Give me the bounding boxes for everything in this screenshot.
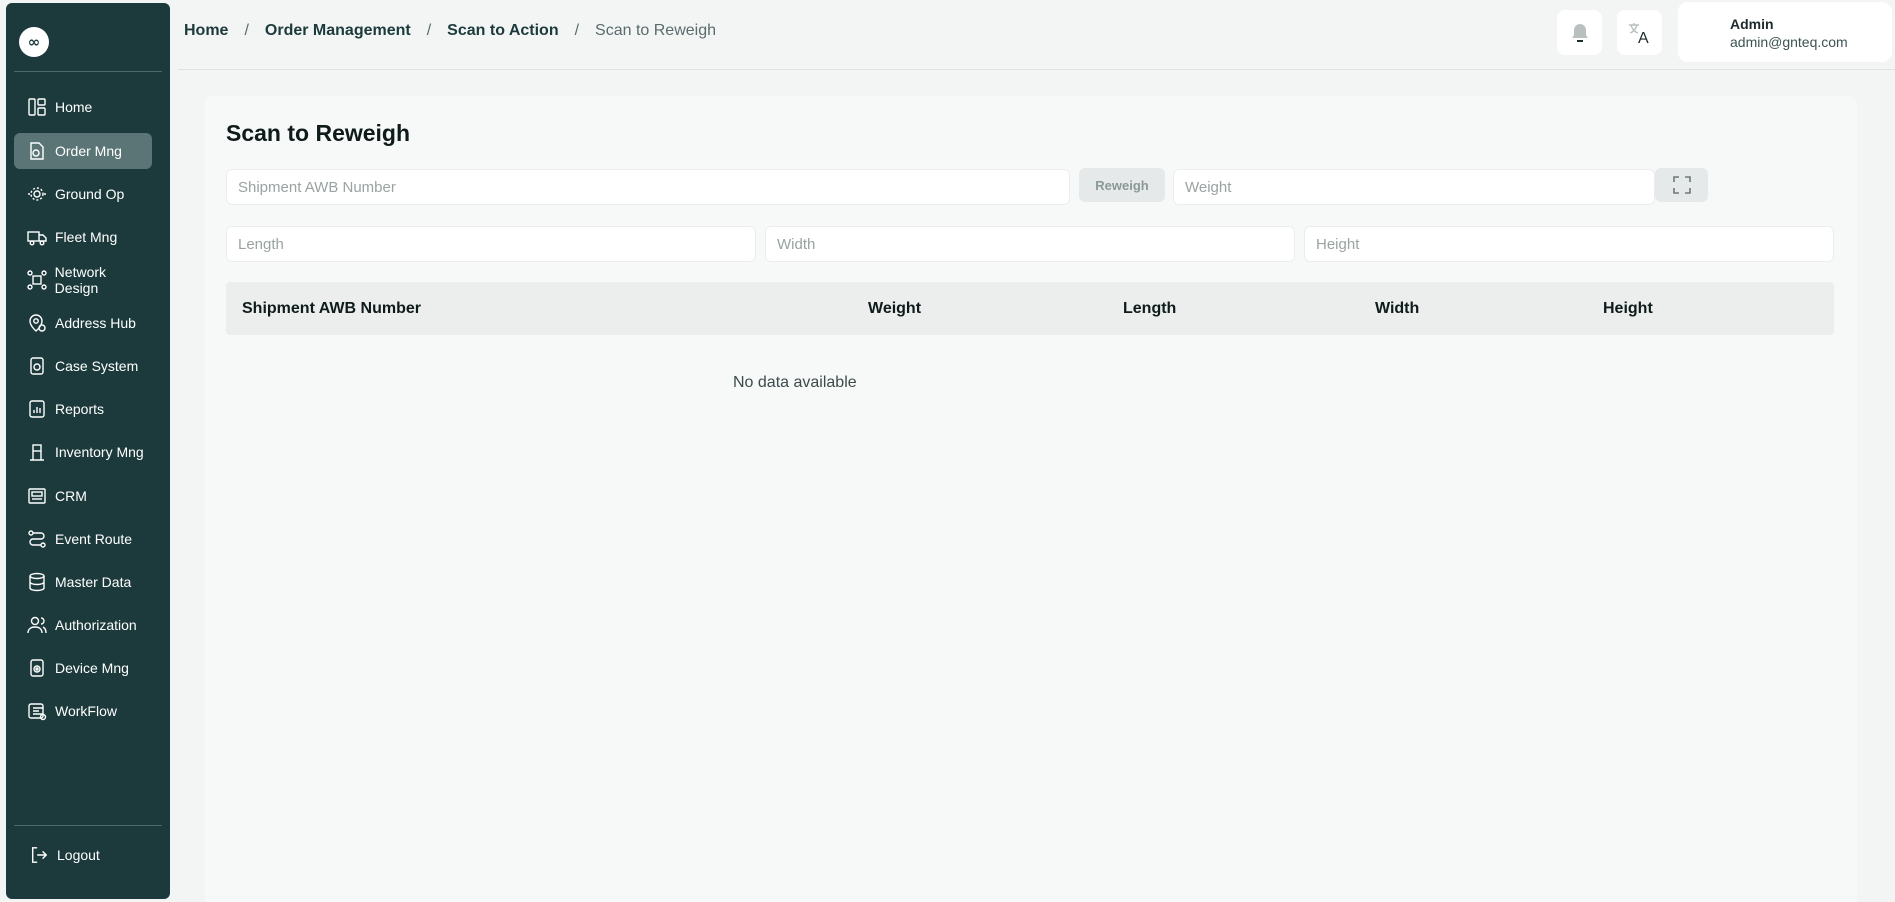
sidebar-item-authorization[interactable]: Authorization [14, 607, 152, 643]
translate-icon: A [1628, 22, 1649, 45]
sidebar-item-workflow[interactable]: WorkFlow [14, 693, 152, 729]
breadcrumb-home[interactable]: Home [184, 22, 228, 40]
table-header: Shipment AWB Number Weight Length Width … [226, 282, 1834, 335]
user-email: admin@gnteq.com [1730, 34, 1848, 50]
column-header-length[interactable]: Length [1123, 300, 1176, 318]
sidebar-item-master-data[interactable]: Master Data [14, 564, 152, 600]
database-icon [26, 571, 48, 593]
sidebar-item-fleet-mng[interactable]: Fleet Mng [14, 219, 152, 255]
sidebar-item-device-mng[interactable]: Device Mng [14, 650, 152, 686]
breadcrumb-separator: / [244, 22, 249, 39]
breadcrumb-separator: / [574, 22, 580, 39]
logout-button[interactable]: Logout [18, 837, 100, 873]
sidebar-item-label: Master Data [55, 574, 132, 590]
bell-icon [1571, 23, 1588, 42]
sidebar-item-inventory-mng[interactable]: Inventory Mng [14, 434, 152, 470]
network-icon [26, 269, 48, 291]
height-input[interactable] [1304, 226, 1834, 262]
sidebar-item-label: Device Mng [55, 660, 129, 676]
sidebar-item-label: Order Mng [55, 143, 122, 159]
sidebar: ∞ Home Order Mng Ground Op Fleet Mng Net… [6, 3, 170, 899]
sidebar-item-case-system[interactable]: Case System [14, 348, 152, 384]
user-profile[interactable]: Admin admin@gnteq.com [1678, 2, 1892, 62]
reports-icon [26, 398, 48, 420]
sidebar-item-label: Event Route [55, 531, 133, 547]
column-header-height[interactable]: Height [1603, 300, 1653, 318]
truck-icon [26, 226, 48, 248]
sidebar-item-label: WorkFlow [55, 703, 117, 719]
breadcrumb-current: Scan to Reweigh [595, 22, 717, 39]
sidebar-item-ground-op[interactable]: Ground Op [14, 176, 152, 212]
location-icon [26, 312, 48, 334]
sidebar-item-reports[interactable]: Reports [14, 391, 152, 427]
breadcrumb-scan-to-action[interactable]: Scan to Action [447, 22, 558, 40]
breadcrumb-separator: / [426, 22, 432, 39]
column-header-width[interactable]: Width [1375, 300, 1419, 318]
sidebar-item-home[interactable]: Home [14, 89, 152, 125]
awb-number-input[interactable] [226, 169, 1070, 205]
empty-table-message: No data available [733, 374, 857, 391]
device-icon [26, 657, 48, 679]
fullscreen-icon [1672, 176, 1691, 194]
app-logo[interactable]: ∞ [19, 27, 49, 57]
sidebar-item-label: Network Design [54, 264, 107, 296]
main-panel [205, 96, 1857, 902]
crm-icon [26, 485, 48, 507]
weight-input[interactable] [1173, 169, 1655, 205]
sidebar-item-address-hub[interactable]: Address Hub [14, 305, 152, 341]
sidebar-item-crm[interactable]: CRM [14, 478, 152, 514]
sidebar-item-network-design[interactable]: Network Design [14, 262, 152, 298]
sidebar-item-label: Home [55, 99, 93, 115]
sidebar-item-label: Address Hub [55, 315, 136, 331]
workflow-icon [26, 700, 48, 722]
notifications-button[interactable] [1557, 10, 1602, 55]
sidebar-item-label: Authorization [55, 617, 137, 633]
sidebar-item-label: Ground Op [55, 186, 125, 202]
language-button[interactable]: A [1617, 10, 1662, 55]
length-input[interactable] [226, 226, 756, 262]
ground-icon [26, 183, 48, 205]
sidebar-item-label: Fleet Mng [55, 229, 118, 245]
users-icon [26, 614, 48, 636]
breadcrumb-order-management[interactable]: Order Management [265, 22, 411, 40]
inventory-icon [26, 441, 48, 463]
user-name: Admin [1730, 16, 1774, 32]
width-input[interactable] [765, 226, 1295, 262]
sidebar-divider [14, 825, 162, 826]
sidebar-divider [14, 71, 162, 72]
case-icon [26, 355, 48, 377]
logo-glyph: ∞ [27, 33, 41, 51]
sidebar-item-event-route[interactable]: Event Route [14, 521, 152, 557]
sidebar-item-order-mng[interactable]: Order Mng [14, 133, 152, 169]
fullscreen-button[interactable] [1655, 168, 1708, 202]
sidebar-item-label: Reports [55, 401, 105, 417]
sidebar-item-label: CRM [55, 488, 87, 504]
home-icon [26, 96, 48, 118]
breadcrumb: Home / Order Management / Scan to Action… [184, 22, 716, 40]
sidebar-item-label: Case System [55, 358, 139, 374]
logout-label: Logout [57, 847, 100, 863]
logout-icon [31, 847, 48, 863]
column-header-weight[interactable]: Weight [868, 300, 921, 318]
route-icon [26, 528, 48, 550]
page-title: Scan to Reweigh [226, 120, 411, 146]
order-icon [26, 140, 48, 162]
column-header-awb[interactable]: Shipment AWB Number [242, 300, 421, 318]
reweigh-button[interactable]: Reweigh [1079, 168, 1165, 202]
svg-text:A: A [1638, 30, 1649, 45]
sidebar-item-label: Inventory Mng [55, 444, 144, 460]
